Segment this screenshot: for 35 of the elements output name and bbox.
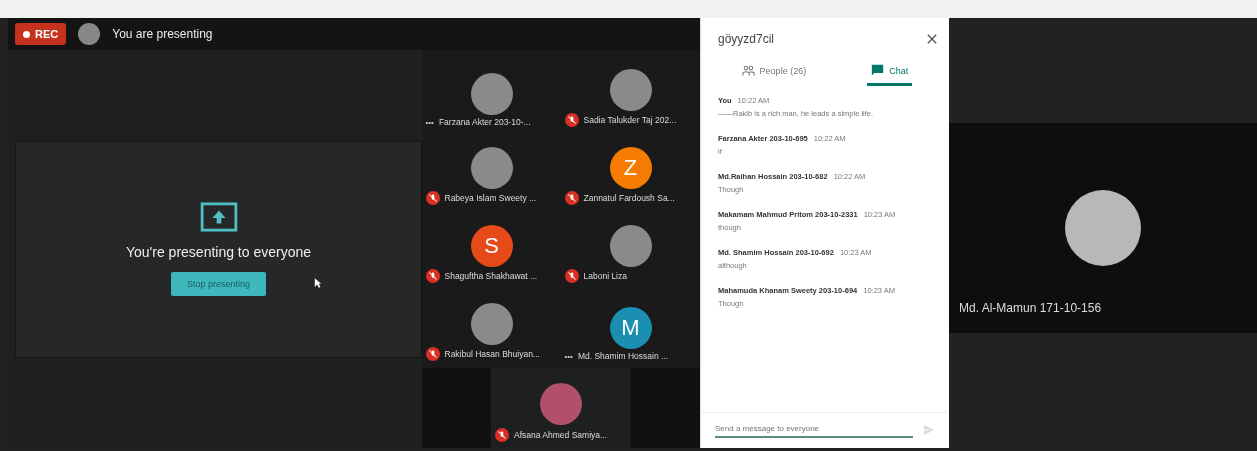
avatar-icon — [78, 23, 101, 45]
stop-presenting-button[interactable]: Stop presenting — [170, 272, 266, 296]
panel-tab[interactable]: Chat — [867, 58, 913, 86]
meeting-code: göyyzd7cil — [718, 32, 775, 46]
photo-placeholder — [609, 225, 652, 267]
participant-name: Farzana Akter 203-10-... — [438, 117, 531, 127]
letter-avatar: Z — [609, 147, 652, 189]
chat-bubble-icon — [871, 64, 885, 77]
cursor-icon — [314, 276, 322, 289]
people-icon — [741, 64, 755, 77]
letter-avatar: M — [609, 307, 652, 349]
participant-name: Zannatul Fardoush Sa... — [583, 193, 675, 203]
participant-name: Rabeya Islam Sweety ... — [444, 193, 537, 203]
photo-placeholder — [540, 383, 582, 425]
participant-name: Rakibul Hasan Bhuiyan... — [444, 349, 540, 359]
participant-name: Shaguftha Shakhawat ... — [444, 271, 538, 281]
participant-name: Laboni Liza — [583, 271, 627, 281]
participant-name: Afsana Ahmed Samiya... — [514, 430, 608, 440]
present-screen-icon — [199, 202, 238, 232]
more-options[interactable]: ••• — [425, 117, 434, 127]
presenting-message: You're presenting to everyone — [125, 244, 312, 260]
letter-avatar: S — [470, 225, 513, 267]
photo-placeholder — [609, 69, 652, 111]
message-input[interactable]: Send a message to everyone — [715, 421, 913, 438]
participant-name: Sadia Talukder Taj 202... — [583, 115, 677, 125]
presenting-label: You are presenting — [112, 27, 213, 41]
rec-button[interactable]: REC — [15, 23, 67, 45]
more-options[interactable]: ••• — [564, 351, 573, 361]
photo-placeholder — [470, 303, 513, 345]
panel-tab[interactable]: People (26) — [737, 58, 811, 86]
participant-name: Md. Shamim Hossain ... — [577, 351, 669, 361]
close-icon[interactable] — [927, 34, 937, 44]
photo-placeholder — [470, 147, 513, 189]
participant-name: Md. Al-Mamun 171-10-156 — [959, 301, 1102, 315]
photo-placeholder — [470, 73, 513, 115]
